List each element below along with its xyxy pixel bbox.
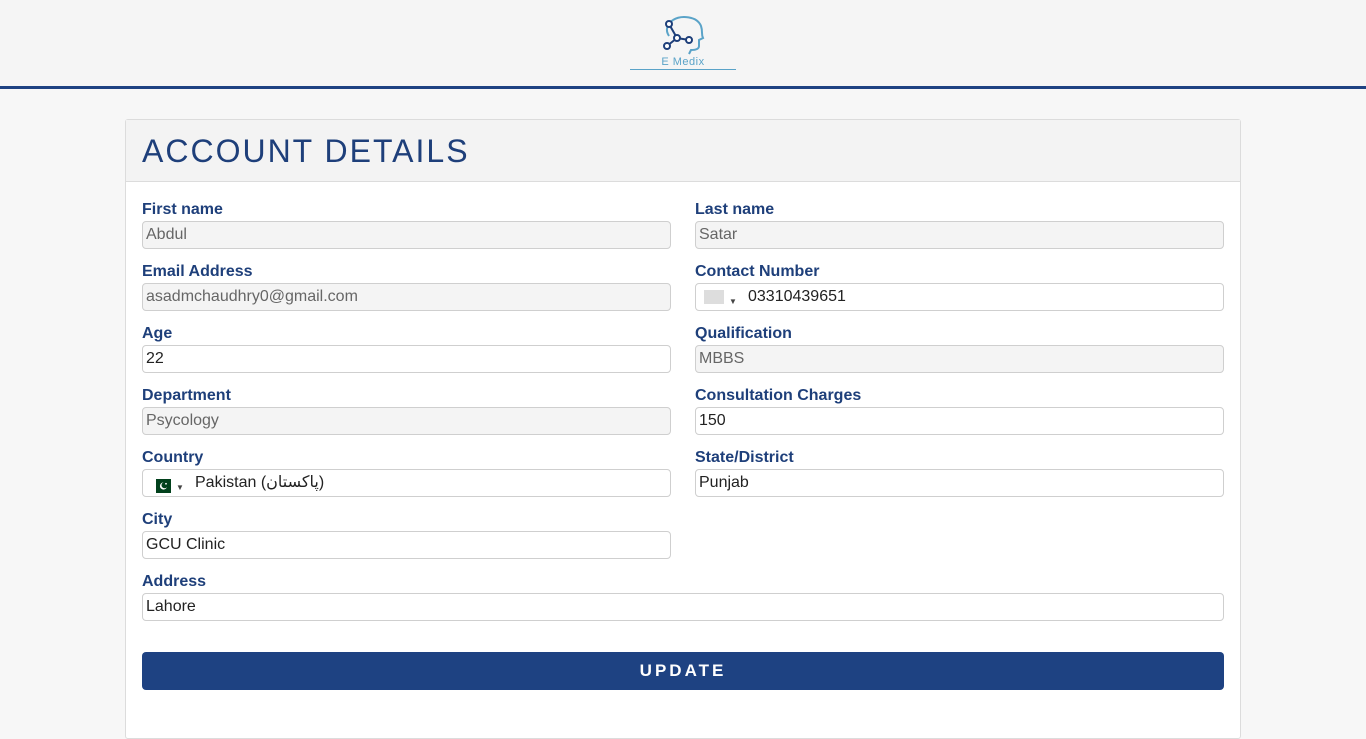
address-field[interactable]: Lahore bbox=[142, 593, 1224, 621]
contact-group: Contact Number ▼ 03310439651 bbox=[695, 261, 1224, 311]
update-button[interactable]: UPDATE bbox=[142, 652, 1224, 690]
top-header: E Medix bbox=[0, 0, 1366, 89]
contact-number-field[interactable]: ▼ 03310439651 bbox=[695, 283, 1224, 311]
department-group: Department Psycology bbox=[142, 385, 671, 435]
page-title: ACCOUNT DETAILS bbox=[142, 133, 470, 169]
department-label: Department bbox=[142, 387, 231, 404]
city-label: City bbox=[142, 511, 173, 528]
country-group: Country ▼ Pakistan (‫پاکستان‬‎) bbox=[142, 447, 671, 497]
email-field[interactable]: asadmchaudhry0@gmail.com bbox=[142, 283, 671, 311]
contact-value: 03310439651 bbox=[748, 288, 846, 305]
qualification-group: Qualification MBBS bbox=[695, 323, 1224, 373]
state-group: State/District Punjab bbox=[695, 447, 1224, 497]
address-value: Lahore bbox=[146, 598, 196, 615]
qualification-value: MBBS bbox=[699, 350, 745, 367]
age-group: Age 22 bbox=[142, 323, 671, 373]
country-value: Pakistan (‫پاکستان‬‎) bbox=[195, 474, 325, 491]
address-group: Address Lahore bbox=[142, 571, 1224, 621]
first-name-field[interactable]: Abdul bbox=[142, 221, 671, 249]
email-group: Email Address asadmchaudhry0@gmail.com bbox=[142, 261, 671, 311]
department-value: Psycology bbox=[146, 412, 219, 429]
first-name-group: First name Abdul bbox=[142, 199, 671, 249]
logo-underline bbox=[630, 69, 736, 70]
state-district-field[interactable]: Punjab bbox=[695, 469, 1224, 497]
age-value: 22 bbox=[146, 350, 164, 367]
contact-label: Contact Number bbox=[695, 263, 820, 280]
charges-label: Consultation Charges bbox=[695, 387, 862, 404]
chevron-down-icon[interactable]: ▼ bbox=[729, 289, 737, 310]
age-field[interactable]: 22 bbox=[142, 345, 671, 373]
city-group: City GCU Clinic bbox=[142, 509, 671, 559]
first-name-value: Abdul bbox=[146, 226, 187, 243]
email-value: asadmchaudhry0@gmail.com bbox=[146, 288, 358, 305]
last-name-group: Last name Satar bbox=[695, 199, 1224, 249]
qualification-field[interactable]: MBBS bbox=[695, 345, 1224, 373]
age-label: Age bbox=[142, 325, 173, 342]
city-field[interactable]: GCU Clinic bbox=[142, 531, 671, 559]
country-label: Country bbox=[142, 449, 204, 466]
charges-group: Consultation Charges 150 bbox=[695, 385, 1224, 435]
country-code-flag-icon[interactable] bbox=[704, 290, 724, 304]
last-name-field[interactable]: Satar bbox=[695, 221, 1224, 249]
last-name-label: Last name bbox=[695, 201, 775, 218]
email-label: Email Address bbox=[142, 263, 253, 280]
first-name-label: First name bbox=[142, 201, 223, 218]
chevron-down-icon[interactable]: ▼ bbox=[176, 475, 184, 496]
logo-text: E Medix bbox=[661, 56, 705, 68]
city-value: GCU Clinic bbox=[146, 536, 226, 553]
country-select[interactable]: ▼ Pakistan (‫پاکستان‬‎) bbox=[142, 469, 671, 497]
head-network-icon bbox=[663, 16, 705, 55]
account-details-card: ACCOUNT DETAILS First name Abdul Last na… bbox=[125, 119, 1241, 739]
last-name-value: Satar bbox=[699, 226, 738, 243]
state-value: Punjab bbox=[699, 474, 749, 491]
pakistan-flag-icon[interactable] bbox=[151, 476, 171, 493]
department-field[interactable]: Psycology bbox=[142, 407, 671, 435]
card-header: ACCOUNT DETAILS bbox=[126, 120, 1240, 182]
state-label: State/District bbox=[695, 449, 794, 466]
qualification-label: Qualification bbox=[695, 325, 792, 342]
address-label: Address bbox=[142, 573, 207, 590]
emedix-logo[interactable]: E Medix bbox=[630, 14, 736, 72]
charges-value: 150 bbox=[699, 412, 726, 429]
consultation-charges-field[interactable]: 150 bbox=[695, 407, 1224, 435]
